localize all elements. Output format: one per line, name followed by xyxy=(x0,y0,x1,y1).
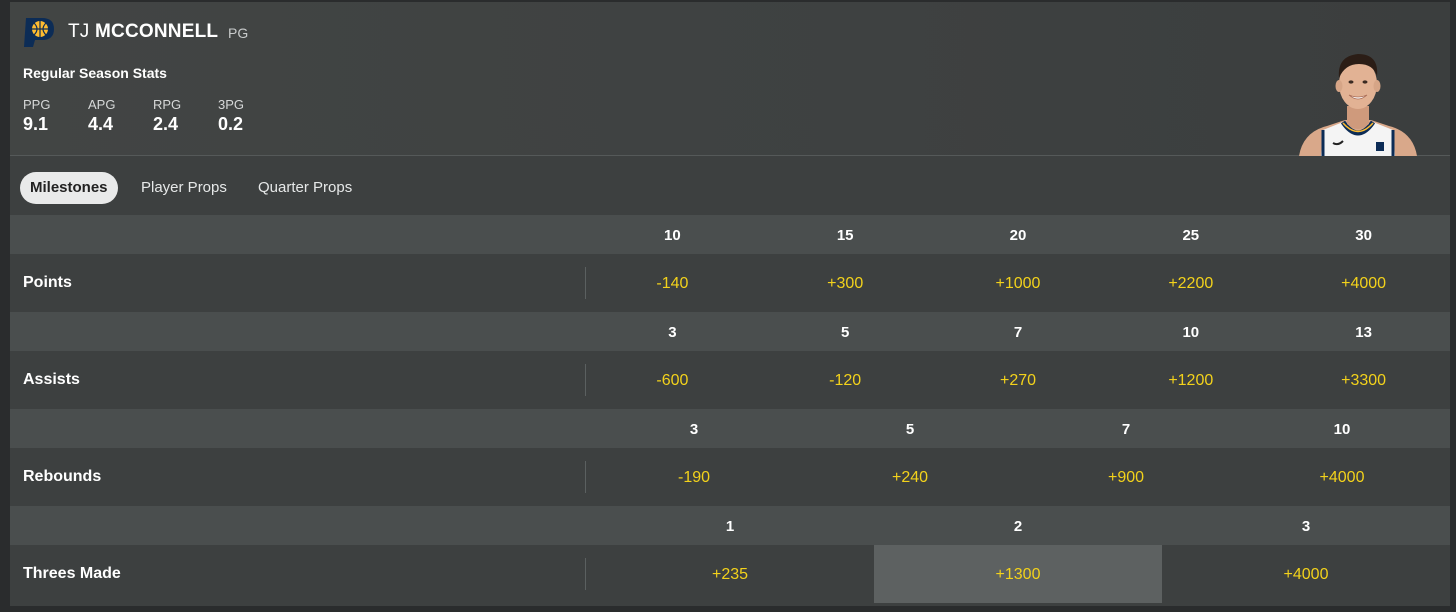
odds-button[interactable]: -120 xyxy=(759,351,932,409)
stat-label: RPG xyxy=(153,97,182,112)
milestone-line: 2 xyxy=(1013,518,1023,535)
stat-apg: APG 4.4 xyxy=(88,97,115,135)
player-last-name: MCCONNELL xyxy=(95,21,219,42)
milestone-line: 30 xyxy=(1355,227,1372,244)
milestone-line: 7 xyxy=(1121,421,1131,438)
market-odds-row: Assists -600 -120 +270 +1200 +3300 xyxy=(10,351,1450,409)
odds-button[interactable]: +240 xyxy=(802,448,1018,506)
tab-player-props[interactable]: Player Props xyxy=(131,172,237,204)
stat-label: 3PG xyxy=(218,97,245,112)
milestone-line: 13 xyxy=(1355,324,1372,341)
milestone-line: 1 xyxy=(725,518,735,535)
stat-value: 2.4 xyxy=(153,114,179,134)
milestone-line: 15 xyxy=(836,227,854,244)
player-card: TJ MCCONNELL PG Regular Season Stats PPG… xyxy=(10,2,1450,606)
market-label: Points xyxy=(23,274,72,291)
milestone-line: 25 xyxy=(1182,227,1200,244)
milestone-line: 5 xyxy=(841,324,850,341)
odds-button[interactable]: +2200 xyxy=(1104,254,1277,312)
stat-label: PPG xyxy=(23,97,51,112)
tab-milestones[interactable]: Milestones xyxy=(20,172,118,204)
stat-value: 4.4 xyxy=(88,114,114,134)
milestone-line: 10 xyxy=(1182,324,1200,341)
market-odds-row: Threes Made +235 +1300 +4000 xyxy=(10,545,1450,603)
milestone-line: 3 xyxy=(1301,518,1311,535)
odds-button[interactable]: +900 xyxy=(1018,448,1234,506)
milestone-line: 3 xyxy=(689,421,699,438)
milestone-line: 20 xyxy=(1009,227,1027,244)
market-odds-row: Points -140 +300 +1000 +2200 +4000 xyxy=(10,254,1450,312)
market-lines-row: 3 5 7 10 13 xyxy=(10,312,1450,351)
odds-button[interactable]: +1000 xyxy=(932,254,1105,312)
stat-3pg: 3PG 0.2 xyxy=(218,97,244,135)
market-odds-row: Rebounds -190 +240 +900 +4000 xyxy=(10,448,1450,506)
odds-button[interactable]: +300 xyxy=(759,254,932,312)
odds-button[interactable]: -600 xyxy=(586,351,759,409)
milestone-line: 10 xyxy=(664,227,681,244)
player-first-name: TJ xyxy=(68,21,90,42)
milestones-table: 10 15 20 25 30 Points -140 +300 +1000 +2200 +4000 3… xyxy=(10,215,1450,603)
odds-button[interactable]: +1300 xyxy=(874,545,1162,603)
market-lines-row: 3 5 7 10 xyxy=(10,409,1450,448)
player-headshot xyxy=(1299,54,1417,156)
pacers-logo-icon xyxy=(24,18,54,47)
market-lines-row: 1 2 3 xyxy=(10,506,1450,545)
odds-button[interactable]: -140 xyxy=(586,254,759,312)
milestone-line: 5 xyxy=(905,421,915,438)
odds-button[interactable]: +4000 xyxy=(1234,448,1450,506)
stat-value: 0.2 xyxy=(218,114,244,134)
stat-rpg: RPG 2.4 xyxy=(153,97,181,135)
odds-button[interactable]: +4000 xyxy=(1277,254,1450,312)
player-name: TJ MCCONNELL xyxy=(68,21,218,43)
odds-button[interactable]: +3300 xyxy=(1277,351,1450,409)
stat-ppg: PPG 9.1 xyxy=(23,97,50,135)
milestone-line: 7 xyxy=(1013,324,1023,341)
odds-button[interactable]: +235 xyxy=(586,545,874,603)
odds-button[interactable]: +4000 xyxy=(1162,545,1450,603)
market-label: Threes Made xyxy=(23,565,121,582)
player-header: TJ MCCONNELL PG Regular Season Stats PPG… xyxy=(10,2,1450,156)
tab-quarter-props[interactable]: Quarter Props xyxy=(248,172,362,204)
odds-button[interactable]: +1200 xyxy=(1104,351,1277,409)
player-position: PG xyxy=(228,25,249,41)
odds-button[interactable]: -190 xyxy=(586,448,802,506)
milestone-line: 3 xyxy=(668,324,677,341)
odds-button[interactable]: +270 xyxy=(932,351,1105,409)
tab-bar: Milestones Player Props Quarter Props xyxy=(10,156,1450,216)
market-label: Rebounds xyxy=(23,468,102,485)
market-label: Assists xyxy=(23,371,80,388)
stat-value: 9.1 xyxy=(23,114,49,134)
market-lines-row: 10 15 20 25 30 xyxy=(10,215,1450,254)
milestone-line: 10 xyxy=(1333,421,1351,438)
season-stats-title: Regular Season Stats xyxy=(23,65,167,81)
stat-label: APG xyxy=(88,97,116,112)
